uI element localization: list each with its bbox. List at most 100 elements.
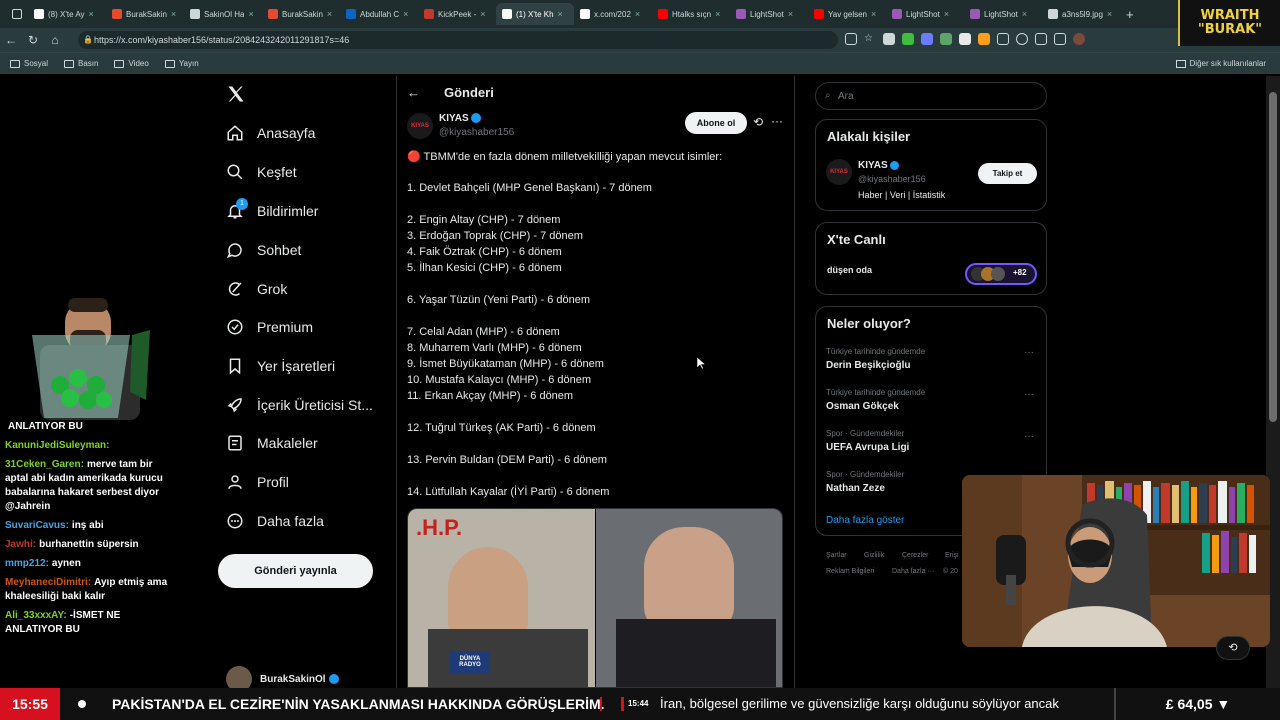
browser-tab[interactable]: LightShot × — [886, 3, 964, 25]
extension-icon[interactable] — [902, 33, 914, 45]
url-field[interactable]: 🔒 https://x.com/kiyashaber156/status/2084… — [78, 31, 838, 49]
extension-icon[interactable] — [978, 33, 990, 45]
close-tab-icon[interactable]: × — [635, 9, 640, 19]
browser-tab[interactable]: LightShot × — [964, 3, 1042, 25]
more-options-icon[interactable]: ··· — [1024, 389, 1034, 400]
close-tab-icon[interactable]: × — [403, 9, 408, 19]
related-name[interactable]: KIYAS — [858, 160, 900, 171]
footer-link[interactable]: Daha fazla ··· — [892, 568, 934, 575]
author-handle[interactable]: @kiyashaber156 — [439, 127, 514, 138]
collections-icon[interactable] — [1035, 33, 1047, 45]
home-icon[interactable]: ⌂ — [44, 33, 66, 47]
more-options-icon[interactable]: ··· — [1024, 347, 1034, 358]
close-tab-icon[interactable]: × — [871, 9, 876, 19]
post-button[interactable]: Gönderi yayınla — [218, 554, 373, 588]
browser-tab[interactable]: Abdullah C × — [340, 3, 418, 25]
extension-icon[interactable] — [921, 33, 933, 45]
other-bookmarks[interactable]: Diğer sık kullanılanlar — [1175, 59, 1266, 68]
nav-item-profile[interactable]: Profil — [226, 473, 289, 491]
close-tab-icon[interactable]: × — [1107, 9, 1112, 19]
author-name[interactable]: KIYAS — [439, 113, 482, 124]
scrollbar-thumb[interactable] — [1269, 92, 1277, 422]
tweet-image[interactable]: .H.P. DÜNYA RADYO — [407, 508, 783, 688]
browser-tab[interactable]: x.com/202 × — [574, 3, 652, 25]
trend-item[interactable]: Derin Beşikçioğlu — [826, 360, 910, 371]
account-switcher[interactable]: BurakSakinOl — [226, 666, 386, 692]
favicon-icon — [736, 9, 746, 19]
trend-item[interactable]: Nathan Zeze — [826, 483, 885, 494]
nav-item-creator-studio[interactable]: İçerik Üreticisi St... — [226, 396, 373, 414]
extension-icon[interactable] — [959, 33, 971, 45]
extension-icon[interactable] — [940, 33, 952, 45]
trend-item[interactable]: Osman Gökçek — [826, 401, 899, 412]
bookmark-folder-sosyal[interactable]: Sosyal — [10, 59, 48, 68]
close-tab-icon[interactable]: × — [1022, 9, 1027, 19]
bookmark-folder-video[interactable]: Video — [114, 59, 149, 68]
browser-tab[interactable]: BurakSakin × — [106, 3, 184, 25]
favorites-icon[interactable] — [1016, 33, 1028, 45]
nav-item-premium[interactable]: Premium — [226, 318, 313, 336]
nav-item-notifications[interactable]: 1 Bildirimler — [226, 198, 318, 220]
browser-tab[interactable]: Htalks sıçn × — [652, 3, 730, 25]
browser-tab[interactable]: a3ns5l9.jpg × — [1042, 3, 1120, 25]
browser-tab[interactable]: Yav gelsen × — [808, 3, 886, 25]
browser-tab[interactable]: SakinOl Ha × — [184, 3, 262, 25]
close-tab-icon[interactable]: × — [89, 9, 94, 19]
chat-username: Ali_33xxxAY: — [5, 610, 67, 621]
subscribe-button[interactable]: Abone ol — [685, 112, 747, 134]
profile-avatar-icon[interactable] — [1073, 33, 1085, 45]
downloads-icon[interactable] — [1054, 33, 1066, 45]
show-more-link[interactable]: Daha fazla göster — [826, 515, 904, 526]
search-input[interactable]: ⌕ Ara — [815, 82, 1047, 110]
browser-tab[interactable]: LightShot × — [730, 3, 808, 25]
reader-icon[interactable] — [845, 33, 857, 45]
browser-tab[interactable]: BurakSakin × — [262, 3, 340, 25]
footer-link[interactable]: Gizlilik — [864, 552, 884, 559]
more-options-icon[interactable]: ··· — [1024, 431, 1034, 442]
back-icon[interactable]: ← — [407, 85, 420, 100]
nav-item-more[interactable]: Daha fazla — [226, 512, 324, 530]
close-tab-icon[interactable]: × — [715, 9, 720, 19]
close-tab-icon[interactable]: × — [944, 9, 949, 19]
footer-link[interactable]: Çerezler — [902, 552, 928, 559]
nav-item-explore[interactable]: Keşfet — [226, 163, 297, 181]
grok-fab-icon[interactable]: ⟲ — [1216, 636, 1250, 660]
back-icon[interactable]: ← — [0, 33, 22, 47]
footer-link[interactable]: Şartlar — [826, 552, 847, 559]
related-avatar[interactable]: KIYAS — [826, 159, 852, 185]
footer-link[interactable]: Reklam Bilgileri — [826, 568, 874, 575]
nav-item-home[interactable]: Anasayfa — [226, 124, 315, 142]
browser-tab[interactable]: (1) X'te Kh × — [496, 3, 574, 25]
reload-icon[interactable]: ↻ — [22, 33, 44, 47]
live-room-title[interactable]: düşen oda — [827, 265, 872, 275]
follow-button[interactable]: Takip et — [978, 163, 1037, 184]
split-view-icon[interactable] — [997, 33, 1009, 45]
bookmark-folder-yayin[interactable]: Yayın — [164, 59, 199, 68]
photo-right — [596, 509, 782, 687]
star-icon[interactable]: ☆ — [864, 33, 876, 45]
grok-icon[interactable]: ⟲ — [753, 115, 763, 129]
author-avatar[interactable]: KIYAS — [407, 113, 433, 139]
nav-item-chat[interactable]: Sohbet — [226, 241, 301, 259]
browser-tab[interactable]: KickPeek - × — [418, 3, 496, 25]
new-tab-button[interactable]: + — [1120, 3, 1140, 25]
trend-item[interactable]: UEFA Avrupa Ligi — [826, 442, 909, 453]
close-tab-icon[interactable]: × — [327, 9, 332, 19]
tab-overview-button[interactable] — [6, 3, 28, 25]
close-tab-icon[interactable]: × — [171, 9, 176, 19]
close-tab-icon[interactable]: × — [788, 9, 793, 19]
related-handle[interactable]: @kiyashaber156 — [858, 174, 926, 184]
close-tab-icon[interactable]: × — [248, 9, 253, 19]
nav-item-grok[interactable]: Grok — [226, 280, 287, 298]
live-participants[interactable]: +82 — [965, 263, 1037, 285]
more-options-icon[interactable]: ··· — [771, 114, 783, 128]
nav-item-articles[interactable]: Makaleler — [226, 434, 318, 452]
extension-icon[interactable] — [883, 33, 895, 45]
close-tab-icon[interactable]: × — [558, 9, 563, 19]
nav-item-bookmarks[interactable]: Yer İşaretleri — [226, 357, 335, 375]
bookmark-folder-basin[interactable]: Basın — [64, 59, 98, 68]
footer-link[interactable]: Erişi — [945, 552, 959, 559]
close-tab-icon[interactable]: × — [480, 9, 485, 19]
browser-tab[interactable]: (8) X'te Ay × — [28, 3, 106, 25]
x-logo-icon[interactable] — [226, 84, 246, 109]
